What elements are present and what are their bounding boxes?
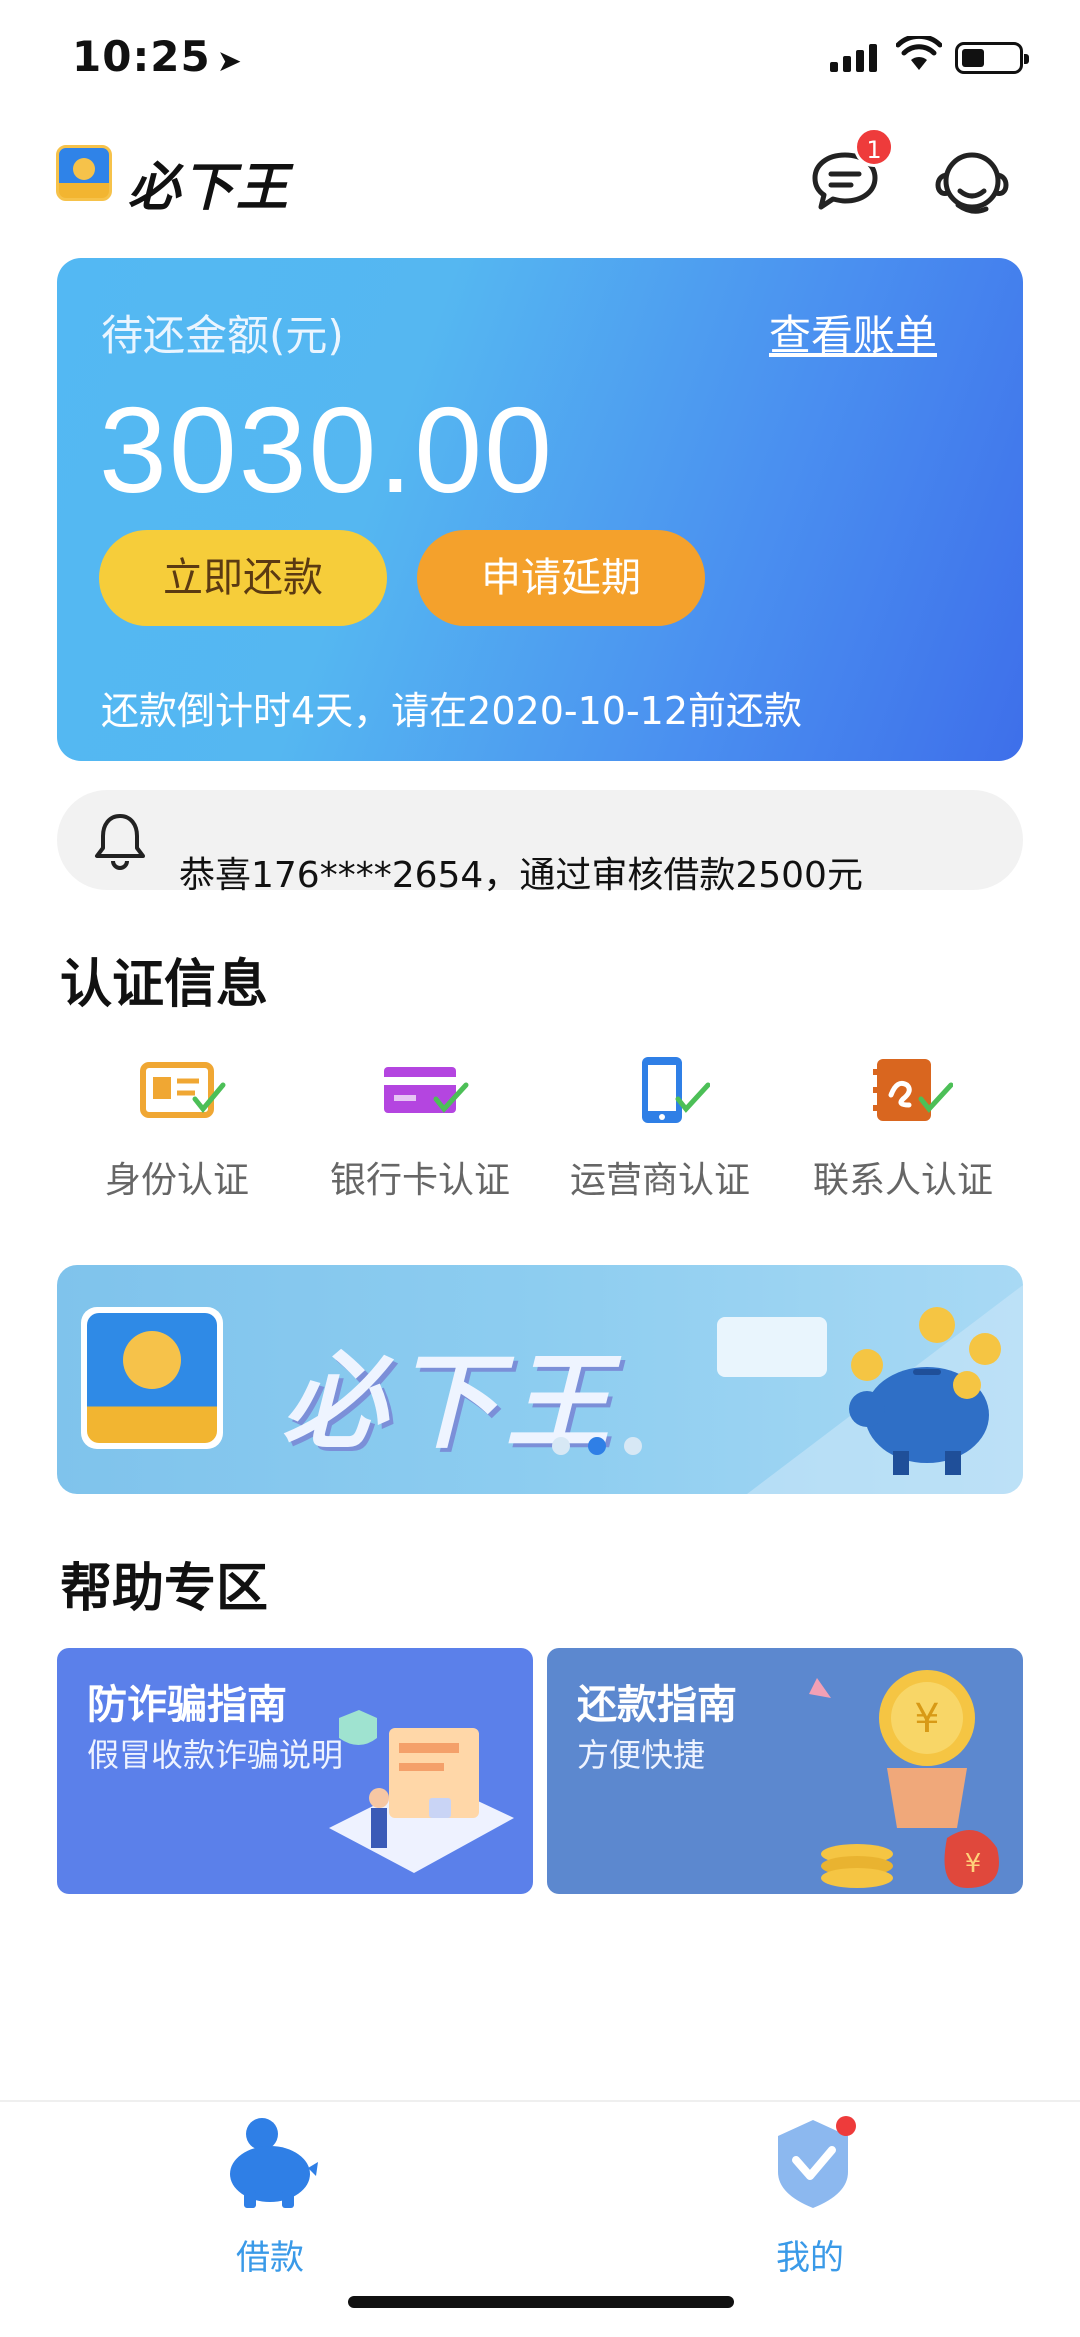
piggy-bank-illustration (717, 1285, 1023, 1494)
auth-label-bank-card: 银行卡认证 (329, 1160, 510, 1201)
battery-icon (955, 42, 1029, 74)
bill-card: 待还金额(元) 查看账单 3030.00 立即还款 申请延期 还款倒计时4天，请… (57, 258, 1023, 761)
location-arrow-icon: ➤ (216, 44, 243, 79)
notice-text: 恭喜176****2654，通过审核借款2500元 (179, 855, 863, 896)
cellular-signal-icon (830, 44, 877, 72)
banner-logo (81, 1307, 223, 1449)
bank-card-icon (384, 1067, 469, 1113)
auth-item-contacts[interactable]: 联系人认证 (783, 1045, 1023, 1205)
banner-logo-icon (87, 1313, 217, 1443)
auth-label-carrier: 运营商认证 (569, 1160, 750, 1201)
status-time: 10:25 ➤ (72, 32, 243, 81)
coin-illustration: ¥ ¥ (809, 1670, 999, 1888)
status-time-text: 10:25 (72, 32, 211, 81)
repayment-countdown: 还款倒计时4天，请在2020-10-12前还款 (101, 689, 803, 733)
repayment-guide-title: 还款指南 (577, 1682, 737, 1728)
repay-now-button[interactable]: 立即还款 (99, 530, 387, 626)
brand-name: 必下王 (128, 158, 291, 218)
auth-item-identity[interactable]: 身份认证 (57, 1045, 297, 1205)
home-indicator (348, 2296, 734, 2308)
bell-icon (95, 814, 145, 870)
repayment-guide-card[interactable]: 还款指南 方便快捷 ¥ ¥ (547, 1648, 1023, 1894)
security-illustration (329, 1710, 514, 1873)
notice-bar: 恭喜176****2654，通过审核借款2500元 (57, 790, 1023, 896)
svg-text:¥: ¥ (914, 1696, 939, 1742)
apply-extension-button[interactable]: 申请延期 (417, 530, 705, 626)
tab-loan[interactable]: 借款 (170, 2112, 370, 2282)
auth-item-carrier[interactable]: 运营商认证 (540, 1045, 780, 1205)
tab-loan-label: 借款 (236, 2238, 304, 2278)
tab-mine[interactable]: 我的 (710, 2112, 910, 2282)
message-badge: 1 (854, 127, 894, 167)
pending-amount-value: 3030.00 (99, 382, 554, 518)
auth-item-bank-card[interactable]: 银行卡认证 (300, 1045, 540, 1205)
carousel-dot[interactable] (624, 1437, 642, 1455)
carousel-dot[interactable] (552, 1437, 570, 1455)
carousel-dot-active[interactable] (588, 1437, 606, 1455)
view-bill-link[interactable]: 查看账单 (769, 302, 937, 363)
svg-text:¥: ¥ (965, 1849, 982, 1879)
tab-mine-label: 我的 (776, 2238, 844, 2278)
repayment-guide-subtitle: 方便快捷 (577, 1736, 706, 1774)
anti-fraud-guide-card[interactable]: 防诈骗指南 假冒收款诈骗说明 (57, 1648, 533, 1894)
profile-badge-icon (778, 2116, 856, 2208)
promo-banner[interactable]: 必下王 (57, 1265, 1023, 1494)
id-card-icon (140, 1062, 226, 1118)
auth-label-contacts: 联系人认证 (812, 1160, 993, 1201)
wifi-icon (896, 36, 942, 70)
customer-service-icon[interactable] (930, 141, 1014, 221)
anti-fraud-guide-title: 防诈骗指南 (87, 1682, 287, 1728)
contacts-icon (873, 1059, 953, 1121)
carousel-indicator (552, 1437, 642, 1455)
app-header: 必下王 1 (0, 125, 1080, 235)
status-bar: 10:25 ➤ (0, 0, 1080, 120)
pending-amount-label: 待还金额(元) (101, 311, 344, 360)
anti-fraud-guide-subtitle: 假冒收款诈骗说明 (87, 1736, 344, 1774)
piggy-bank-icon (230, 2118, 318, 2208)
app-logo-icon (56, 145, 112, 201)
help-section-title: 帮助专区 (60, 1559, 269, 1619)
auth-label-identity: 身份认证 (104, 1160, 249, 1201)
auth-section-title: 认证信息 (60, 955, 269, 1015)
phone-icon (642, 1057, 710, 1123)
